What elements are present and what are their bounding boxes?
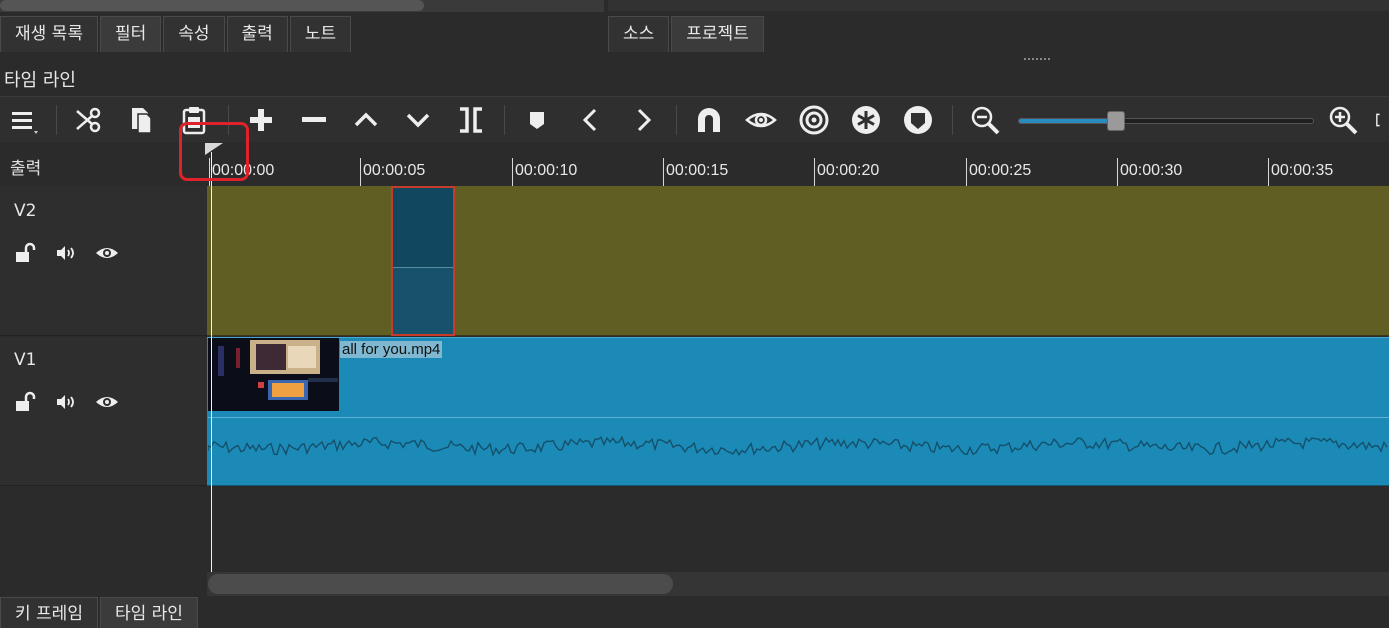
tab-export[interactable]: 출력 [226, 16, 288, 52]
zoom-out-icon[interactable] [966, 101, 1004, 139]
panel-title: 타임 라인 [4, 70, 76, 91]
top-right-panel [608, 0, 1389, 11]
dock-tabs-left: 재생 목록 필터 속성 출력 노트 [0, 16, 353, 52]
lock-icon[interactable] [12, 389, 38, 415]
tab-properties[interactable]: 속성 [163, 16, 225, 52]
visibility-eye-icon[interactable] [94, 240, 120, 266]
ruler-tick-label: 00:00:05 [363, 162, 426, 179]
tab-source[interactable]: 소스 [608, 16, 670, 52]
toolbar-separator [56, 105, 57, 135]
copy-icon[interactable] [122, 101, 160, 139]
scrub-eye-icon[interactable] [742, 101, 780, 139]
ruler-tick [663, 158, 664, 186]
scissors-icon[interactable] [70, 101, 108, 139]
dock-tabs-bottom: 키 프레임 타임 라인 [0, 597, 200, 628]
splitter-handle[interactable] [1024, 58, 1050, 62]
ripple-all-icon[interactable] [847, 101, 885, 139]
zoom-fit-icon[interactable] [1374, 101, 1389, 139]
ruler-tick-label: 00:00:15 [666, 162, 729, 179]
visibility-eye-icon[interactable] [94, 389, 120, 415]
audio-mute-icon[interactable] [53, 389, 79, 415]
v2-clip-divider [393, 267, 453, 268]
toolbar-separator [676, 105, 677, 135]
toolbar-separator [952, 105, 953, 135]
ruler-tick-label: 00:00:20 [817, 162, 880, 179]
timeline-scrollbar-thumb[interactable] [208, 574, 673, 594]
clip-name: all for you.mp4 [340, 341, 443, 358]
output-label: 출력 [10, 159, 42, 179]
top-scrollbar-thumb[interactable] [0, 0, 424, 11]
split-icon[interactable] [452, 101, 490, 139]
menu-icon[interactable] [4, 101, 42, 139]
clip-thumbnail [208, 338, 339, 411]
previous-marker-icon[interactable] [572, 101, 610, 139]
zoom-in-icon[interactable] [1324, 101, 1362, 139]
zoom-slider-fill [1019, 119, 1116, 123]
playhead-line[interactable] [211, 152, 212, 572]
tab-project[interactable]: 프로젝트 [671, 16, 764, 52]
track-lane-v2[interactable] [207, 186, 1389, 336]
ruler-tick [360, 158, 361, 186]
track-name: V2 [14, 201, 37, 221]
tab-timeline[interactable]: 타임 라인 [99, 597, 198, 628]
ruler-tick [814, 158, 815, 186]
bottom-tab-bar [0, 596, 1389, 628]
lock-icon[interactable] [12, 240, 38, 266]
tab-playlist[interactable]: 재생 목록 [0, 16, 98, 52]
dock-tabs-right: 소스 프로젝트 [608, 16, 766, 52]
ruler-tick [966, 158, 967, 186]
track-header-v1[interactable]: V1 [0, 337, 207, 486]
snap-magnet-icon[interactable] [690, 101, 728, 139]
marker-icon[interactable] [518, 101, 556, 139]
ruler-tick [1117, 158, 1118, 186]
track-name: V1 [14, 350, 37, 370]
audio-mute-icon[interactable] [53, 240, 79, 266]
chevron-down-icon[interactable] [399, 101, 437, 139]
ruler-tick [512, 158, 513, 186]
tab-keyframes[interactable]: 키 프레임 [0, 597, 98, 628]
tab-filters[interactable]: 필터 [99, 16, 162, 52]
tab-notes[interactable]: 노트 [289, 16, 352, 52]
ripple-markers-icon[interactable] [899, 101, 937, 139]
playhead-highlight-annotation [179, 122, 249, 181]
ruler-tick-label: 00:00:10 [515, 162, 578, 179]
zoom-slider-handle[interactable] [1107, 111, 1125, 131]
ruler-tick [1268, 158, 1269, 186]
ripple-target-icon[interactable] [795, 101, 833, 139]
toolbar-separator [504, 105, 505, 135]
empty-track-area [0, 486, 1389, 572]
next-marker-icon[interactable] [624, 101, 662, 139]
track-header-v2[interactable]: V2 [0, 186, 207, 336]
chevron-up-icon[interactable] [347, 101, 385, 139]
audio-waveform [208, 435, 1388, 457]
v2-clip-audio-part [393, 268, 453, 334]
ruler-tick-label: 00:00:25 [969, 162, 1032, 179]
minus-icon[interactable] [295, 101, 333, 139]
ruler-tick-label: 00:00:30 [1120, 162, 1183, 179]
ruler-tick-label: 00:00:35 [1271, 162, 1334, 179]
